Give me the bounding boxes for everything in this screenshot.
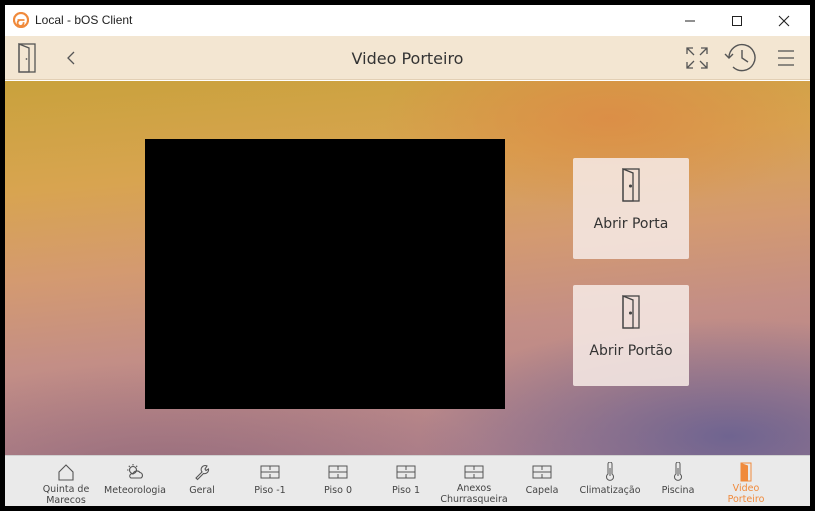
nav-item-meteorologia[interactable]: Meteorologia [102, 456, 168, 506]
open-gate-label: Abrir Portão [589, 343, 673, 359]
floorplan-icon [260, 462, 280, 482]
door-icon [740, 462, 752, 482]
maximize-icon [732, 15, 742, 26]
nav-label: Anexos Churrasqueira [440, 483, 508, 505]
floorplan-icon [396, 462, 416, 482]
door-open-icon [621, 167, 641, 207]
close-icon [778, 15, 790, 26]
nav-item-piscina[interactable]: Piscina [645, 456, 711, 506]
open-gate-button[interactable]: Abrir Portão [573, 285, 689, 386]
nav-label: Geral [189, 485, 215, 496]
nav-label: Piscina [661, 485, 695, 496]
nav-item-climatizacao[interactable]: Climatização [577, 456, 643, 506]
nav-label: Quinta de Marecos [42, 484, 90, 506]
nav-item-video-porteiro[interactable]: Video Porteiro [713, 456, 779, 506]
maximize-button[interactable] [714, 5, 760, 36]
floorplan-icon [464, 462, 484, 482]
nav-item-geral[interactable]: Geral [169, 456, 235, 506]
title-bar[interactable]: Local - bOS Client [5, 5, 810, 36]
nav-label: Piso -1 [254, 485, 286, 496]
wrench-icon [193, 462, 211, 482]
nav-label: Capela [525, 485, 559, 496]
nav-label: Piso 0 [324, 485, 352, 496]
video-feed [145, 139, 505, 409]
nav-label: Piso 1 [392, 485, 420, 496]
house-icon [57, 462, 75, 482]
main-area: Abrir Porta Abrir Portão [5, 81, 810, 455]
nav-item-piso-0[interactable]: Piso 0 [305, 456, 371, 506]
nav-item-capela[interactable]: Capela [509, 456, 575, 506]
minimize-icon [685, 20, 695, 21]
window-title: Local - bOS Client [35, 13, 133, 27]
close-button[interactable] [761, 5, 807, 36]
open-door-button[interactable]: Abrir Porta [573, 158, 689, 259]
floorplan-icon [532, 462, 552, 482]
history-clock-icon[interactable] [723, 36, 759, 80]
floorplan-icon [328, 462, 348, 482]
nav-item-piso-1[interactable]: Piso 1 [373, 456, 439, 506]
nav-label: Video Porteiro [727, 483, 765, 505]
bottom-nav: Quinta de Marecos Meteorologia Geral Pis… [5, 455, 810, 506]
fullscreen-icon[interactable] [683, 36, 711, 80]
thermometer-icon [673, 462, 683, 482]
nav-item-quinta-de-marecos[interactable]: Quinta de Marecos [33, 456, 99, 506]
app-window: Local - bOS Client Video Porteiro Abrir … [5, 5, 810, 506]
app-header: Video Porteiro [5, 36, 810, 80]
nav-item-anexos-churrasqueira[interactable]: Anexos Churrasqueira [440, 456, 508, 506]
thermometer-icon [605, 462, 615, 482]
nav-label: Meteorologia [104, 485, 166, 496]
menu-icon[interactable] [775, 36, 797, 80]
weather-icon [125, 462, 145, 482]
open-door-label: Abrir Porta [593, 216, 669, 232]
nav-label: Climatização [579, 485, 641, 496]
nav-item-piso-menos-1[interactable]: Piso -1 [237, 456, 303, 506]
minimize-button[interactable] [667, 5, 713, 36]
bos-logo-icon [12, 11, 30, 29]
door-open-icon [621, 294, 641, 334]
